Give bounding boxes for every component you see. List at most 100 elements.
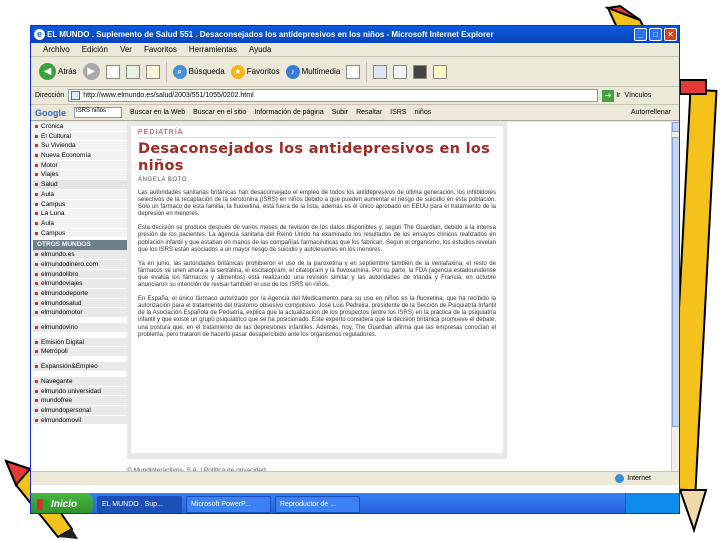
zone-label: Internet [627, 475, 651, 482]
back-button[interactable]: ◀ Atrás [39, 63, 77, 80]
google-search-site-button[interactable]: Buscar en el sitio [193, 109, 246, 116]
window-title: EL MUNDO . Suplemento de Salud 551 . Des… [47, 30, 494, 39]
sidebar-link-movil[interactable]: elmundomovil [33, 415, 128, 426]
start-button[interactable]: Inicio [31, 493, 93, 513]
links-label[interactable]: Vínculos [624, 92, 651, 99]
sidebar-link-vino[interactable]: elmundovino [33, 323, 128, 333]
start-label: Inicio [51, 498, 78, 510]
sidebar-link-dinero[interactable]: elmundodinero.com [33, 259, 128, 270]
sidebar-item-el-cultural[interactable]: El Cultural [33, 131, 128, 142]
menu-herramientas[interactable]: Herramientas [189, 45, 237, 54]
sidebar-link-metropoli[interactable]: Metrópoli [33, 347, 128, 358]
sidebar-link-deporte[interactable]: elmundodeporte [33, 289, 128, 299]
sidebar-link-expansion-empleo[interactable]: Expansión&Empleo [33, 362, 128, 372]
article-paragraph: Ya en junio, las autoridades británicas … [138, 260, 496, 289]
sidebar-item-viajes[interactable]: Viajes [33, 170, 128, 181]
sidebar-link-elmundo[interactable]: elmundo.es [33, 250, 128, 260]
address-input[interactable]: http://www.elmundo.es/salud/2003/551/105… [68, 89, 599, 102]
google-logo[interactable]: Google [35, 108, 66, 118]
google-toolbar: Google ISRS niños Buscar en la Web Busca… [31, 105, 679, 121]
scroll-thumb[interactable] [672, 137, 679, 427]
folder-icon[interactable] [433, 64, 448, 79]
go-label: Ir [616, 92, 621, 99]
windows-taskbar: Inicio EL MUNDO . Sup... Microsoft Power… [31, 493, 679, 513]
favorites-label: Favoritos [246, 67, 280, 76]
address-bar: Dirección http://www.elmundo.es/salud/20… [31, 87, 679, 105]
multimedia-button[interactable]: ♪ Multimedia [285, 64, 340, 79]
go-arrow-icon: ➜ [602, 89, 615, 102]
sidebar-item-aula[interactable]: Aula [33, 189, 128, 200]
sidebar-link-salud[interactable]: elmundosalud [33, 298, 128, 309]
menu-ver[interactable]: Ver [120, 45, 132, 54]
sidebar-item-salud[interactable]: Salud [33, 180, 128, 190]
sidebar-link-personal[interactable]: elmundopersonal [33, 405, 128, 416]
sidebar-item-cronica[interactable]: Crónica [33, 122, 128, 132]
sidebar-item-la-luna[interactable]: La Luna [33, 209, 128, 219]
taskbar-item-media-player[interactable]: Reproductor de ... [275, 495, 360, 513]
forward-button[interactable]: ▶ [82, 63, 100, 80]
google-page-info-button[interactable]: Información de página [254, 109, 323, 116]
google-highlight-button[interactable]: Resaltar [356, 109, 382, 116]
google-up-button[interactable]: Subir [332, 109, 348, 116]
google-autofill-button[interactable]: Autorrellenar [631, 109, 679, 116]
article-paragraph: Las autoridades sanitarias británicas ha… [138, 190, 496, 218]
mail-icon[interactable] [373, 64, 388, 79]
sidebar-link-navegante[interactable]: Navegante [33, 376, 128, 387]
article-frame: PEDIATRÍA Desaconsejados los antidepresi… [127, 122, 507, 459]
minimize-button[interactable]: _ [634, 28, 647, 41]
article-byline: ÁNGELA BOTO [138, 177, 188, 183]
security-zone: Internet [615, 472, 651, 485]
taskbar-item-powerpoint[interactable]: Microsoft PowerP... [186, 495, 271, 513]
title-bar: e EL MUNDO . Suplemento de Salud 551 . D… [31, 26, 679, 43]
standard-toolbar: ◀ Atrás ▶ ⌕ Búsqueda ★ Favoritos ♪ Multi… [31, 57, 679, 87]
forward-arrow-icon: ▶ [82, 63, 100, 80]
system-tray[interactable] [625, 493, 679, 513]
refresh-icon[interactable] [125, 64, 140, 79]
edit-icon[interactable] [413, 64, 428, 79]
internet-globe-icon [615, 474, 625, 483]
print-icon[interactable] [393, 64, 408, 79]
search-button[interactable]: ⌕ Búsqueda [172, 64, 225, 79]
article: PEDIATRÍA Desaconsejados los antidepresi… [131, 126, 503, 453]
favorites-button[interactable]: ★ Favoritos [230, 64, 280, 79]
go-button[interactable]: ➜ Ir [602, 89, 621, 102]
windows-flag-icon [37, 498, 48, 510]
sidebar-link-viajes[interactable]: elmundoviajes [33, 279, 128, 289]
menu-edicion[interactable]: Edición [82, 45, 108, 54]
sidebar-item-nueva-economia[interactable]: Nueva Economía [33, 151, 128, 161]
sidebar-item-campus-2[interactable]: Campus [33, 228, 128, 239]
menu-bar: Archivo Edición Ver Favoritos Herramient… [31, 43, 679, 57]
stop-icon[interactable] [105, 64, 120, 79]
home-icon[interactable] [145, 64, 160, 79]
close-button[interactable]: ✕ [664, 28, 677, 41]
menu-archivo[interactable]: Archivo [43, 45, 70, 54]
menu-favoritos[interactable]: Favoritos [144, 45, 177, 54]
google-term-ninos-button[interactable]: niños [414, 109, 431, 116]
google-search-web-button[interactable]: Buscar en la Web [130, 109, 185, 116]
multimedia-icon: ♪ [285, 64, 300, 79]
maximize-button[interactable]: □ [649, 28, 662, 41]
taskbar-item-browser[interactable]: EL MUNDO . Sup... [97, 495, 182, 513]
address-url: http://www.elmundo.es/salud/2003/551/105… [83, 92, 254, 99]
menu-ayuda[interactable]: Ayuda [249, 45, 272, 54]
site-sidebar: Crónica El Cultural Su Vivienda Nueva Ec… [33, 122, 128, 426]
status-bar: Internet [31, 471, 679, 485]
vertical-scrollbar[interactable] [671, 122, 679, 483]
back-label: Atrás [58, 67, 77, 76]
sidebar-link-motor[interactable]: elmundomotor [33, 308, 128, 319]
sidebar-link-emision-digital[interactable]: Emisión Digital [33, 337, 128, 348]
scroll-up-arrow-icon[interactable] [672, 122, 679, 132]
google-search-input[interactable]: ISRS niños [74, 107, 122, 118]
page-viewport: Crónica El Cultural Su Vivienda Nueva Ec… [31, 122, 679, 493]
sidebar-item-aula-2[interactable]: Aula [33, 218, 128, 229]
sidebar-link-mundofree[interactable]: mundofree [33, 396, 128, 406]
sidebar-item-campus[interactable]: Campus [33, 199, 128, 210]
sidebar-link-libro[interactable]: elmundolibro [33, 269, 128, 280]
google-term-isrs-button[interactable]: ISRS [390, 109, 406, 116]
sidebar-link-universidad[interactable]: elmundo universidad [33, 386, 128, 397]
article-paragraph: Esta decisión se produce después de vari… [138, 225, 496, 253]
sidebar-item-su-vivienda[interactable]: Su Vivienda [33, 141, 128, 152]
toolbar-separator [366, 61, 368, 82]
sidebar-item-motor[interactable]: Motor [33, 160, 128, 171]
history-icon[interactable] [346, 64, 361, 79]
